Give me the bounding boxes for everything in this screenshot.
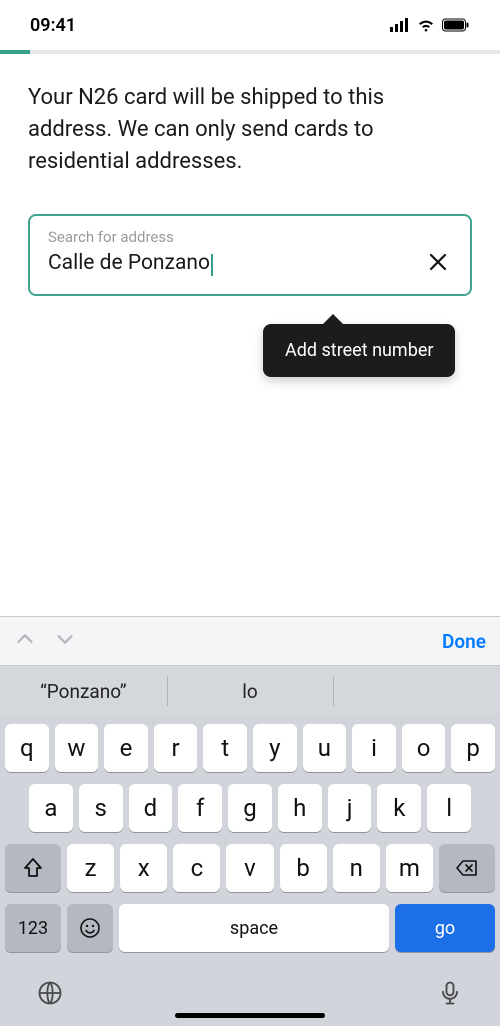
key-e[interactable]: e <box>104 724 148 772</box>
key-a[interactable]: a <box>29 784 73 832</box>
chevron-up-icon <box>14 628 36 650</box>
key-h[interactable]: h <box>278 784 322 832</box>
key-u[interactable]: u <box>303 724 347 772</box>
key-shift[interactable] <box>5 844 61 892</box>
key-j[interactable]: j <box>328 784 372 832</box>
address-search-label: Search for address <box>48 228 452 246</box>
close-icon <box>428 252 448 272</box>
key-go[interactable]: go <box>395 904 495 952</box>
key-i[interactable]: i <box>352 724 396 772</box>
text-cursor <box>211 254 213 276</box>
key-b[interactable]: b <box>280 844 327 892</box>
suggestion-0[interactable]: “Ponzano” <box>0 666 167 716</box>
key-f[interactable]: f <box>178 784 222 832</box>
key-k[interactable]: k <box>377 784 421 832</box>
key-space[interactable]: space <box>119 904 389 952</box>
wifi-icon <box>416 18 436 32</box>
page-heading: Your N26 card will be shipped to this ad… <box>28 82 472 178</box>
clear-input-button[interactable] <box>424 246 452 280</box>
status-bar: 09:41 <box>0 0 500 50</box>
key-d[interactable]: d <box>129 784 173 832</box>
microphone-icon <box>436 979 464 1007</box>
key-l[interactable]: l <box>427 784 471 832</box>
battery-icon <box>442 18 470 32</box>
key-x[interactable]: x <box>120 844 167 892</box>
key-n[interactable]: n <box>333 844 380 892</box>
key-r[interactable]: r <box>154 724 198 772</box>
keyboard-row-3: z x c v b n m <box>5 844 495 892</box>
key-c[interactable]: c <box>173 844 220 892</box>
cellular-signal-icon <box>390 18 410 32</box>
key-w[interactable]: w <box>55 724 99 772</box>
tooltip-add-street-number: Add street number <box>263 324 455 377</box>
keyboard-suggestions: “Ponzano” lo <box>0 666 500 716</box>
globe-icon <box>36 979 64 1007</box>
keyboard-row-4: 123 space go <box>5 904 495 952</box>
key-v[interactable]: v <box>226 844 273 892</box>
keyboard-done-button[interactable]: Done <box>442 630 486 653</box>
progress-bar <box>0 50 500 54</box>
address-search-value: Calle de Ponzano <box>48 251 210 275</box>
globe-button[interactable] <box>36 979 64 1011</box>
key-p[interactable]: p <box>451 724 495 772</box>
backspace-icon <box>455 856 479 880</box>
home-indicator[interactable] <box>175 1013 325 1018</box>
key-o[interactable]: o <box>402 724 446 772</box>
emoji-icon <box>78 916 102 940</box>
keyboard-accessory-bar: Done <box>0 616 500 666</box>
next-field-button[interactable] <box>54 628 76 654</box>
prev-field-button[interactable] <box>14 628 36 654</box>
progress-fill <box>0 50 30 54</box>
keyboard: Done “Ponzano” lo q w e r t y u i o p a … <box>0 616 500 1026</box>
key-q[interactable]: q <box>5 724 49 772</box>
status-indicators <box>390 18 470 32</box>
key-emoji[interactable] <box>67 904 113 952</box>
key-g[interactable]: g <box>228 784 272 832</box>
shift-icon <box>21 856 45 880</box>
key-z[interactable]: z <box>67 844 114 892</box>
key-t[interactable]: t <box>203 724 247 772</box>
mic-button[interactable] <box>436 979 464 1011</box>
keyboard-row-2: a s d f g h j k l <box>5 784 495 832</box>
key-y[interactable]: y <box>253 724 297 772</box>
key-s[interactable]: s <box>79 784 123 832</box>
address-search-field[interactable]: Search for address Calle de Ponzano <box>28 214 472 296</box>
key-numbers[interactable]: 123 <box>5 904 61 952</box>
status-time: 09:41 <box>30 15 76 36</box>
suggestion-2[interactable] <box>333 666 500 716</box>
key-backspace[interactable] <box>439 844 495 892</box>
keyboard-row-1: q w e r t y u i o p <box>5 724 495 772</box>
suggestion-1[interactable]: lo <box>167 666 334 716</box>
key-m[interactable]: m <box>386 844 433 892</box>
chevron-down-icon <box>54 628 76 650</box>
